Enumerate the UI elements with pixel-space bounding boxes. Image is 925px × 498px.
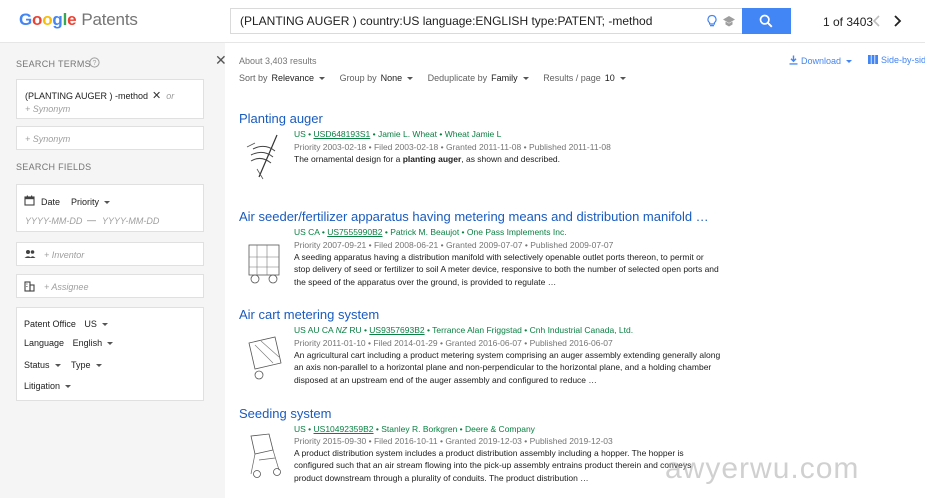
school-icon[interactable] [722, 15, 736, 28]
result-item: Seeding system US • US10492359B2 • Stanl… [239, 406, 729, 491]
chevron-down-icon [846, 60, 853, 64]
search-query-text: (PLANTING AUGER ) country:US language:EN… [240, 14, 653, 28]
inventor-input[interactable]: + Inventor [44, 250, 84, 260]
view-columns-icon [868, 55, 878, 64]
new-term-card[interactable]: + Synonym [16, 126, 204, 150]
result-meta: US AU CA NZ RU • US9357693B2 • Terrance … [294, 325, 634, 335]
result-dates: Priority 2007-09-21 • Filed 2008-06-21 •… [294, 240, 614, 250]
assignee-input[interactable]: + Assignee [44, 282, 88, 292]
filter-card: Patent Office US Language English Status… [16, 307, 204, 401]
patent-drawing-thumbnail[interactable] [245, 430, 285, 480]
search-fields-label: SEARCH FIELDS [16, 162, 92, 172]
people-icon [24, 250, 36, 258]
download-icon [789, 55, 798, 65]
chevron-down-icon [407, 77, 414, 81]
date-range-dash: — [87, 215, 96, 225]
chevron-left-icon[interactable] [872, 15, 882, 27]
header-bar: Google Patents (PLANTING AUGER ) country:… [0, 0, 925, 43]
svg-text:?: ? [93, 60, 97, 67]
sort-by-select[interactable]: Sort by Relevance [239, 73, 326, 83]
publication-number-link[interactable]: US9357693B2 [369, 325, 424, 335]
result-title[interactable]: Air cart metering system [239, 307, 729, 322]
chevron-right-icon[interactable] [892, 15, 902, 27]
close-sidebar-icon[interactable]: ✕ [215, 52, 227, 69]
result-meta: US • USD648193S1 • Jamie L. Wheat • Whea… [294, 129, 502, 139]
deduplicate-by-select[interactable]: Deduplicate by Family [428, 73, 529, 83]
result-item: Planting auger US • USD648193S1 • Jamie … [239, 111, 729, 191]
type-select[interactable]: Type [71, 360, 102, 370]
result-title[interactable]: Seeding system [239, 406, 729, 421]
chevron-down-icon [619, 77, 626, 81]
inventor-field-card[interactable]: + Inventor [16, 242, 204, 266]
chevron-down-icon [54, 364, 61, 368]
date-from-input[interactable]: YYYY-MM-DD [25, 216, 82, 226]
search-term-card[interactable]: (PLANTING AUGER ) -method ✕ or + Synonym [16, 79, 204, 119]
patent-drawing-thumbnail[interactable] [245, 333, 285, 383]
publication-number-link[interactable]: US7555990B2 [327, 227, 382, 237]
date-field-card: Date Priority YYYY-MM-DD — YYYY-MM-DD [16, 184, 204, 232]
watermark-text: awyerwu.com [665, 452, 860, 485]
synonym-input-2[interactable]: + Synonym [25, 134, 70, 144]
litigation-select[interactable]: Litigation [24, 381, 72, 391]
synonym-input[interactable]: + Synonym [25, 104, 70, 114]
result-snippet: The ornamental design for a planting aug… [294, 154, 561, 164]
publication-number-link[interactable]: US10492359B2 [314, 424, 374, 434]
search-input[interactable]: (PLANTING AUGER ) country:US language:EN… [230, 8, 742, 34]
results-count: About 3,403 results [239, 56, 317, 66]
side-by-side-toggle[interactable]: Side-by-sid [868, 55, 925, 65]
chevron-down-icon [522, 77, 529, 81]
bulb-icon[interactable] [705, 14, 719, 28]
result-snippet: A product distribution system includes a… [294, 448, 692, 483]
google-patents-logo[interactable]: Google Patents [19, 10, 138, 30]
search-icon [759, 14, 773, 28]
result-dates: Priority 2003-02-18 • Filed 2003-02-18 •… [294, 142, 611, 152]
date-type-select[interactable]: Priority [71, 197, 111, 207]
chevron-down-icon [107, 342, 114, 346]
result-dates: Priority 2015-09-30 • Filed 2016-10-11 •… [294, 436, 613, 446]
date-label: Date [41, 197, 61, 207]
chevron-down-icon [101, 323, 108, 327]
patent-drawing-thumbnail[interactable] [245, 133, 285, 183]
patent-office-select[interactable]: Patent Office US [24, 319, 108, 329]
status-select[interactable]: Status [24, 360, 61, 370]
patent-drawing-thumbnail[interactable] [245, 237, 285, 287]
logo-product-text: Patents [81, 10, 138, 29]
result-dates: Priority 2011-01-10 • Filed 2014-01-29 •… [294, 338, 613, 348]
business-icon [24, 281, 35, 292]
search-button[interactable] [742, 8, 791, 34]
chevron-down-icon [104, 201, 111, 205]
result-meta: US • US10492359B2 • Stanley R. Borkgren … [294, 424, 535, 434]
result-title[interactable]: Planting auger [239, 111, 729, 126]
results-toolbar: Sort by Relevance Group by None Deduplicat… [239, 73, 638, 83]
search-term-chip[interactable]: (PLANTING AUGER ) -method ✕ or [25, 89, 174, 102]
or-label: or [166, 91, 175, 101]
chevron-down-icon [65, 385, 72, 389]
chevron-down-icon [95, 364, 102, 368]
result-pager: 1 of 3403 [823, 15, 874, 29]
result-snippet: A seeding apparatus having a distributio… [294, 252, 719, 287]
result-item: Air cart metering system US AU CA NZ RU … [239, 307, 729, 392]
chevron-down-icon [319, 77, 326, 81]
help-icon[interactable]: ? [89, 57, 100, 68]
language-select[interactable]: Language English [24, 338, 114, 348]
result-item: Air seeder/fertilizer apparatus having m… [239, 209, 729, 294]
search-terms-label: SEARCH TERMS [16, 59, 91, 69]
date-to-input[interactable]: YYYY-MM-DD [102, 216, 159, 226]
download-button[interactable]: Download [789, 55, 853, 66]
result-title[interactable]: Air seeder/fertilizer apparatus having m… [239, 209, 729, 224]
result-snippet: An agricultural cart including a product… [294, 350, 721, 385]
remove-term-icon[interactable]: ✕ [152, 90, 161, 102]
result-meta: US CA • US7555990B2 • Patrick M. Beaujot… [294, 227, 567, 237]
assignee-field-card[interactable]: + Assignee [16, 274, 204, 298]
group-by-select[interactable]: Group by None [340, 73, 414, 83]
results-per-page-select[interactable]: Results / page 10 [543, 73, 626, 83]
publication-number-link[interactable]: USD648193S1 [314, 129, 371, 139]
calendar-icon [24, 195, 35, 206]
